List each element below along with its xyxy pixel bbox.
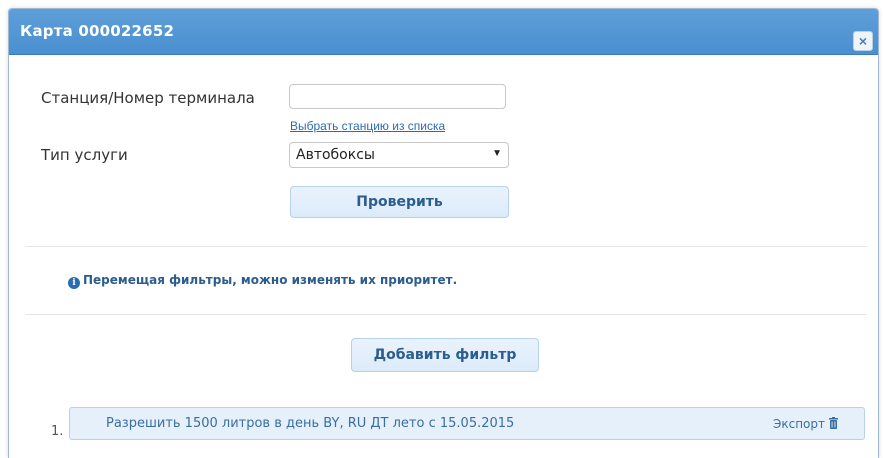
card-dialog: Карта 000022652 × Станция/Номер терминал… — [8, 8, 879, 458]
close-icon[interactable]: × — [853, 31, 873, 51]
station-label: Станция/Номер терминала — [41, 89, 255, 107]
station-input[interactable] — [289, 84, 506, 109]
divider — [25, 314, 867, 315]
select-station-link[interactable]: Выбрать станцию из списка — [290, 119, 445, 133]
trash-icon[interactable] — [829, 417, 838, 429]
info-text: Перемещая фильтры, можно изменять их при… — [83, 273, 458, 287]
export-link[interactable]: Экспорт — [773, 417, 825, 431]
dialog-titlebar[interactable]: Карта 000022652 × — [9, 9, 878, 55]
chevron-down-icon: ▼ — [492, 148, 502, 159]
filter-item[interactable]: Разрешить 1500 литров в день BY, RU ДТ л… — [69, 407, 865, 440]
filter-text: Разрешить 1500 литров в день BY, RU ДТ л… — [106, 416, 515, 431]
info-icon: i — [68, 277, 80, 289]
service-type-value: Автобоксы — [296, 147, 375, 163]
check-button[interactable]: Проверить — [290, 186, 509, 218]
info-message: i Перемещая фильтры, можно изменять их пр… — [68, 273, 457, 289]
service-type-label: Тип услуги — [41, 146, 128, 164]
dialog-title: Карта 000022652 — [20, 22, 175, 40]
divider — [25, 246, 867, 247]
service-type-select[interactable]: Автобоксы ▼ — [289, 142, 509, 168]
filter-number: 1. — [51, 424, 64, 439]
add-filter-button[interactable]: Добавить фильтр — [351, 338, 539, 372]
